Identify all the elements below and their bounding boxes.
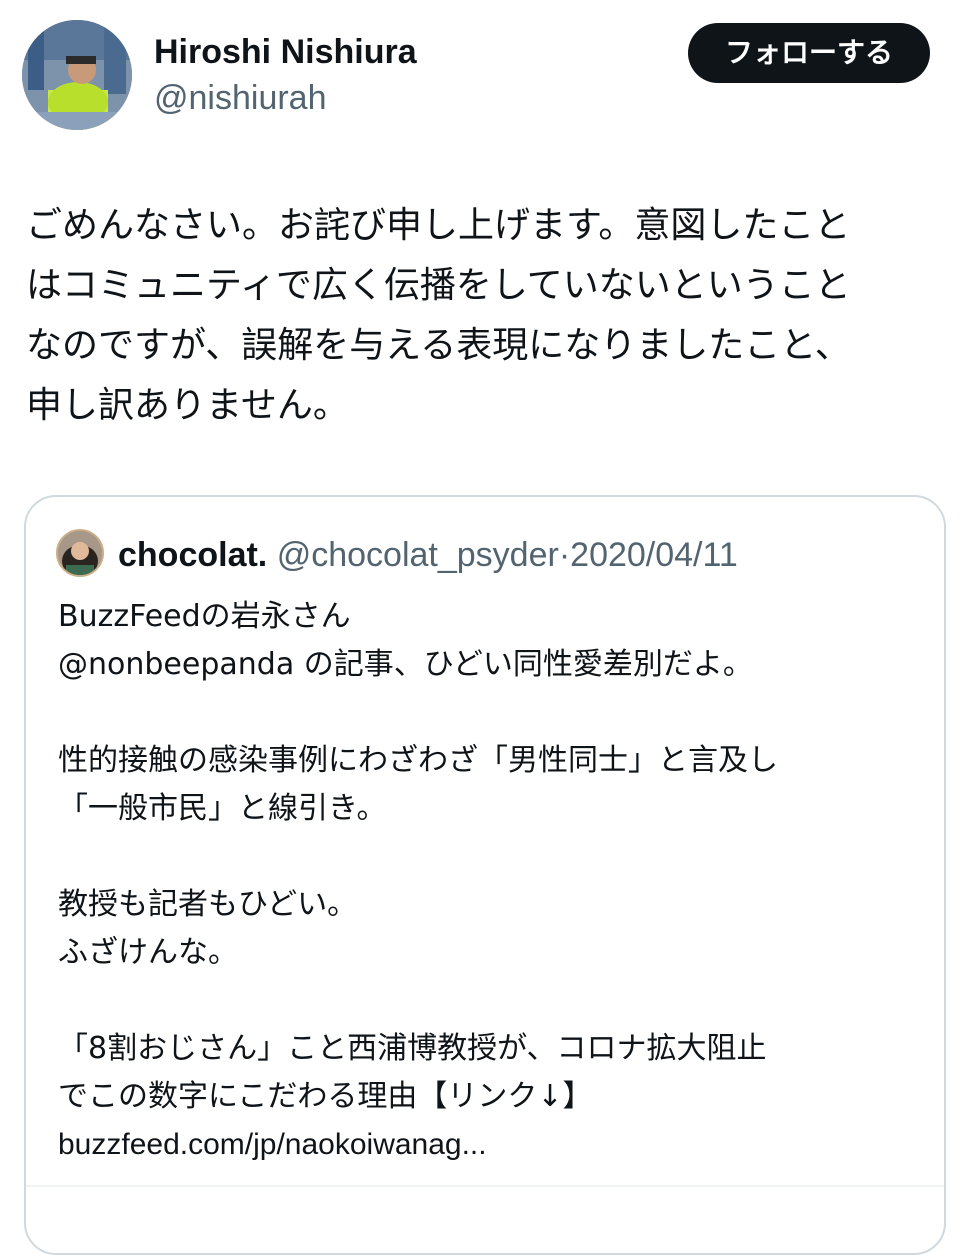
tweet-text-line: はコミュニティで広く伝播をしていないということ <box>26 265 851 306</box>
quoted-tweet-card[interactable]: chocolat. @chocolat_psyder·2020/04/11 Bu… <box>24 495 946 1255</box>
quoted-text-line: BuzzFeedの岩永さん <box>58 599 351 634</box>
tweet-text-line: 申し訳ありません。 <box>26 385 349 426</box>
tweet-text-line: なのですが、誤解を与える表現になりましたこと、 <box>26 325 851 366</box>
separator-dot: · <box>558 536 571 574</box>
tweet-text: ごめんなさい。お詫び申し上げます。意図したこと はコミュニティで広く伝播をしてい… <box>26 196 956 436</box>
quoted-tweet-text: BuzzFeedの岩永さん @nonbeepanda の記事、ひどい同性愛差別だ… <box>58 593 938 1169</box>
quoted-link[interactable]: buzzfeed.com/jp/naokoiwanag... <box>58 1121 938 1169</box>
follow-button[interactable]: フォローする <box>688 23 930 83</box>
quoted-date[interactable]: 2020/04/11 <box>570 536 738 574</box>
quoted-text-line <box>58 977 938 1025</box>
card-divider <box>26 1185 944 1187</box>
quoted-text-line: 性的接触の感染事例にわざわざ「男性同士」と言及し <box>58 743 778 778</box>
quoted-text-line: 教授も記者もひどい。 <box>58 887 358 922</box>
quoted-text-line <box>58 833 938 881</box>
tweet-text-line: ごめんなさい。お詫び申し上げます。意図したこと <box>26 205 851 246</box>
quoted-text-line <box>58 689 938 737</box>
quoted-avatar[interactable] <box>56 529 104 577</box>
quoted-text-line: ふざけんな。 <box>58 935 238 970</box>
quoted-text-line: 「一般市民」と線引き。 <box>58 791 387 826</box>
quoted-text-line: @nonbeepanda の記事、ひどい同性愛差別だよ。 <box>58 647 753 682</box>
quoted-handle[interactable]: @chocolat_psyder <box>277 536 559 574</box>
avatar[interactable] <box>22 20 132 130</box>
quoted-tweet-header: chocolat. @chocolat_psyder·2020/04/11 <box>118 533 738 577</box>
author-display-name[interactable]: Hiroshi Nishiura <box>154 30 417 74</box>
quoted-text-line: でこの数字にこだわる理由【リンク↓】 <box>58 1079 593 1114</box>
quoted-text-line: 「8割おじさん」こと西浦博教授が、コロナ拡大阻止 <box>58 1031 767 1066</box>
author-handle[interactable]: @nishiurah <box>154 76 327 120</box>
quoted-display-name[interactable]: chocolat. <box>118 536 267 574</box>
